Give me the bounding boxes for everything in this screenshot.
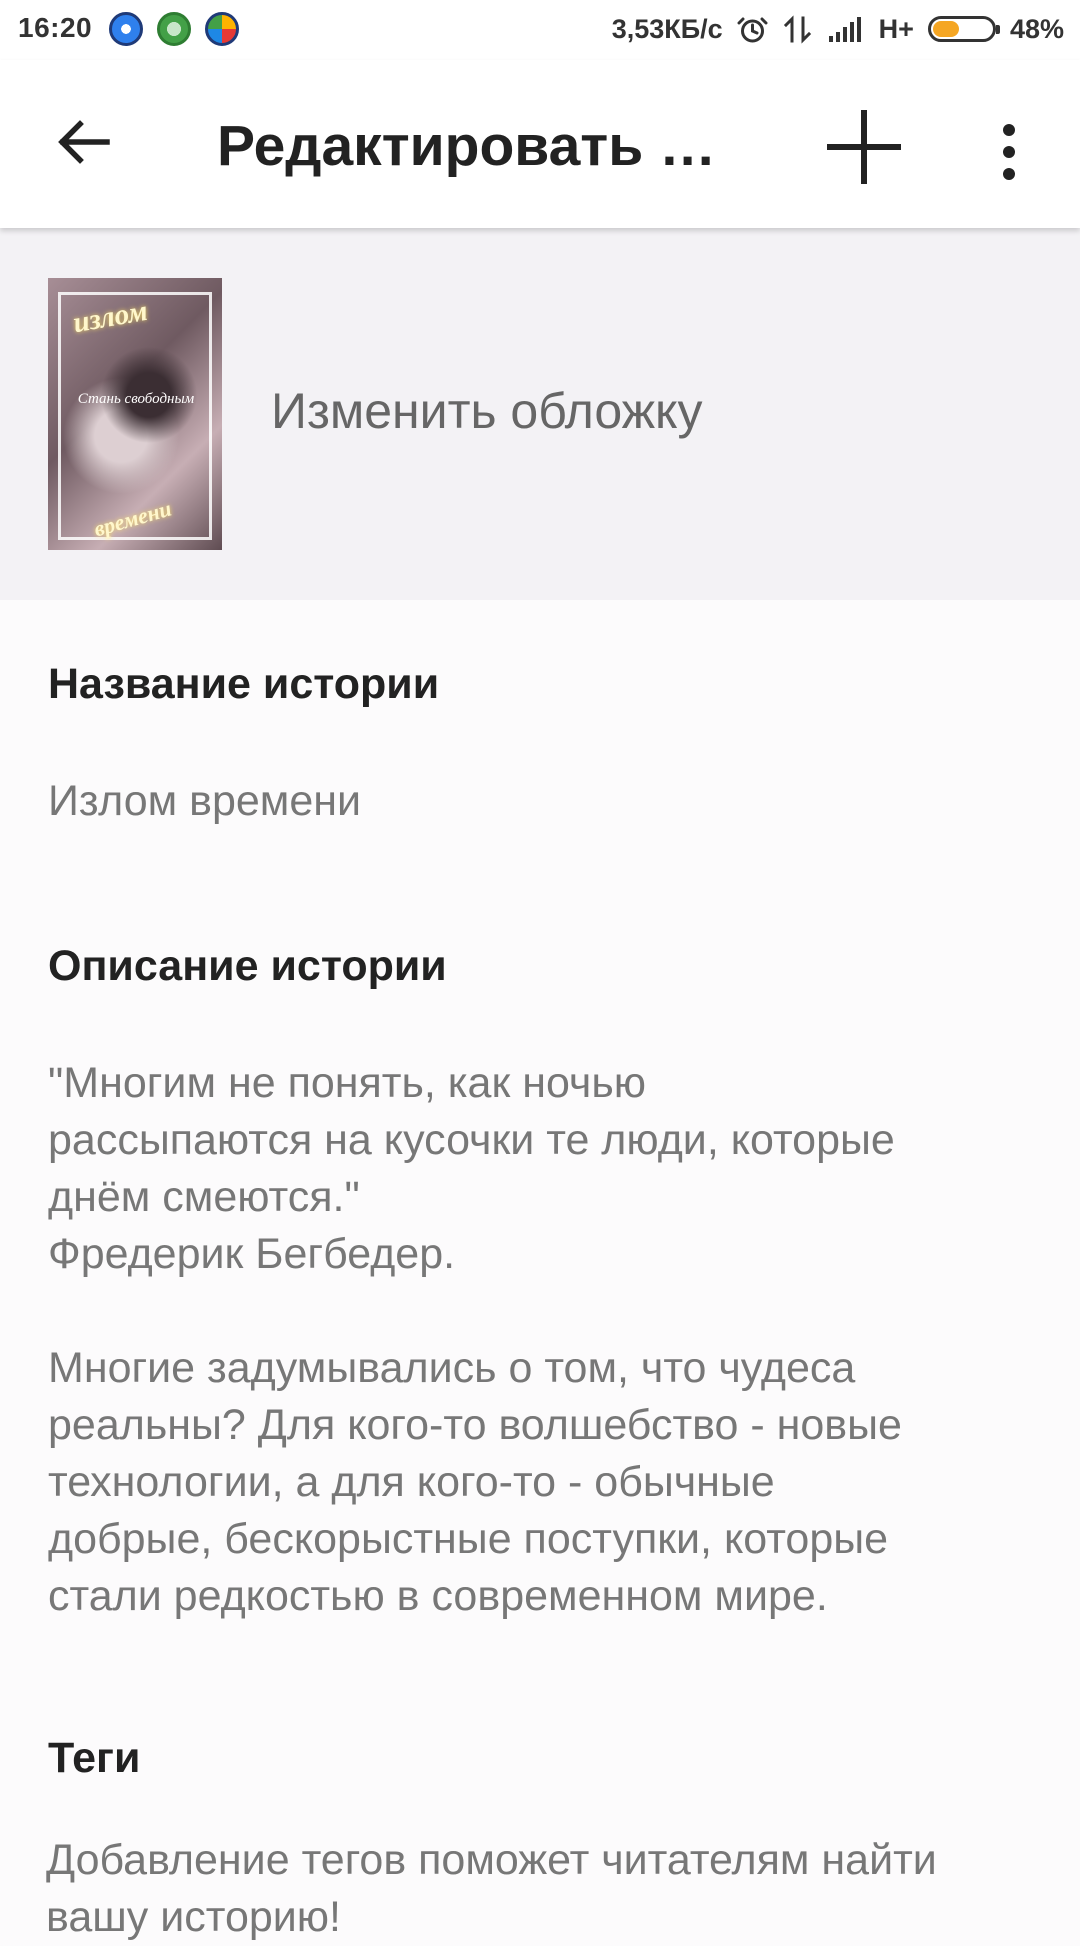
story-title-value[interactable]: Излом времени bbox=[48, 777, 361, 826]
description-paragraph: "Многим не понять, как ночью рассыпаются… bbox=[48, 1059, 895, 1278]
plus-icon[interactable] bbox=[822, 105, 906, 189]
signal-icon bbox=[828, 17, 861, 42]
app-notification-icon bbox=[109, 12, 143, 46]
arrow-left-icon[interactable] bbox=[52, 110, 116, 174]
story-description-heading: Описание истории bbox=[48, 942, 447, 990]
alarm-icon bbox=[737, 17, 768, 42]
tags-heading: Теги bbox=[48, 1734, 141, 1782]
android-icon bbox=[157, 12, 191, 46]
more-vertical-icon[interactable] bbox=[992, 118, 1026, 186]
tags-hint-field[interactable]: Добавление тегов поможет читателям найти… bbox=[46, 1832, 1036, 1946]
cover-tagline: Стань свободным bbox=[77, 391, 195, 407]
status-time: 16:20 bbox=[18, 12, 93, 43]
app-bar: Редактировать и... bbox=[0, 60, 1080, 228]
change-cover-label[interactable]: Изменить обложку bbox=[271, 382, 703, 440]
battery-icon bbox=[927, 16, 1000, 42]
story-cover-image[interactable]: излом Стань свободным времени bbox=[48, 278, 222, 550]
battery-fill bbox=[932, 21, 959, 37]
story-description-field[interactable]: "Многим не понять, как ночью рассыпаются… bbox=[48, 1055, 1038, 1625]
battery-percent: 48% bbox=[1009, 13, 1064, 44]
cover-edit-section[interactable]: излом Стань свободным времени Изменить о… bbox=[0, 228, 1080, 600]
story-title-heading: Название истории bbox=[48, 660, 440, 708]
description-paragraph: Многие задумывались о том, что чудеса ре… bbox=[48, 1344, 902, 1620]
network-speed: 3,53КБ/с bbox=[611, 13, 723, 44]
data-transfer-icon bbox=[783, 14, 811, 44]
status-indicators: 3,53КБ/с H+ 48% bbox=[612, 12, 1064, 46]
play-store-icon bbox=[205, 12, 239, 46]
page-title: Редактировать и... bbox=[217, 114, 737, 178]
network-type: H+ bbox=[878, 13, 914, 44]
status-bar: 16:20 3,53КБ/с H+ 48% bbox=[0, 0, 1080, 60]
